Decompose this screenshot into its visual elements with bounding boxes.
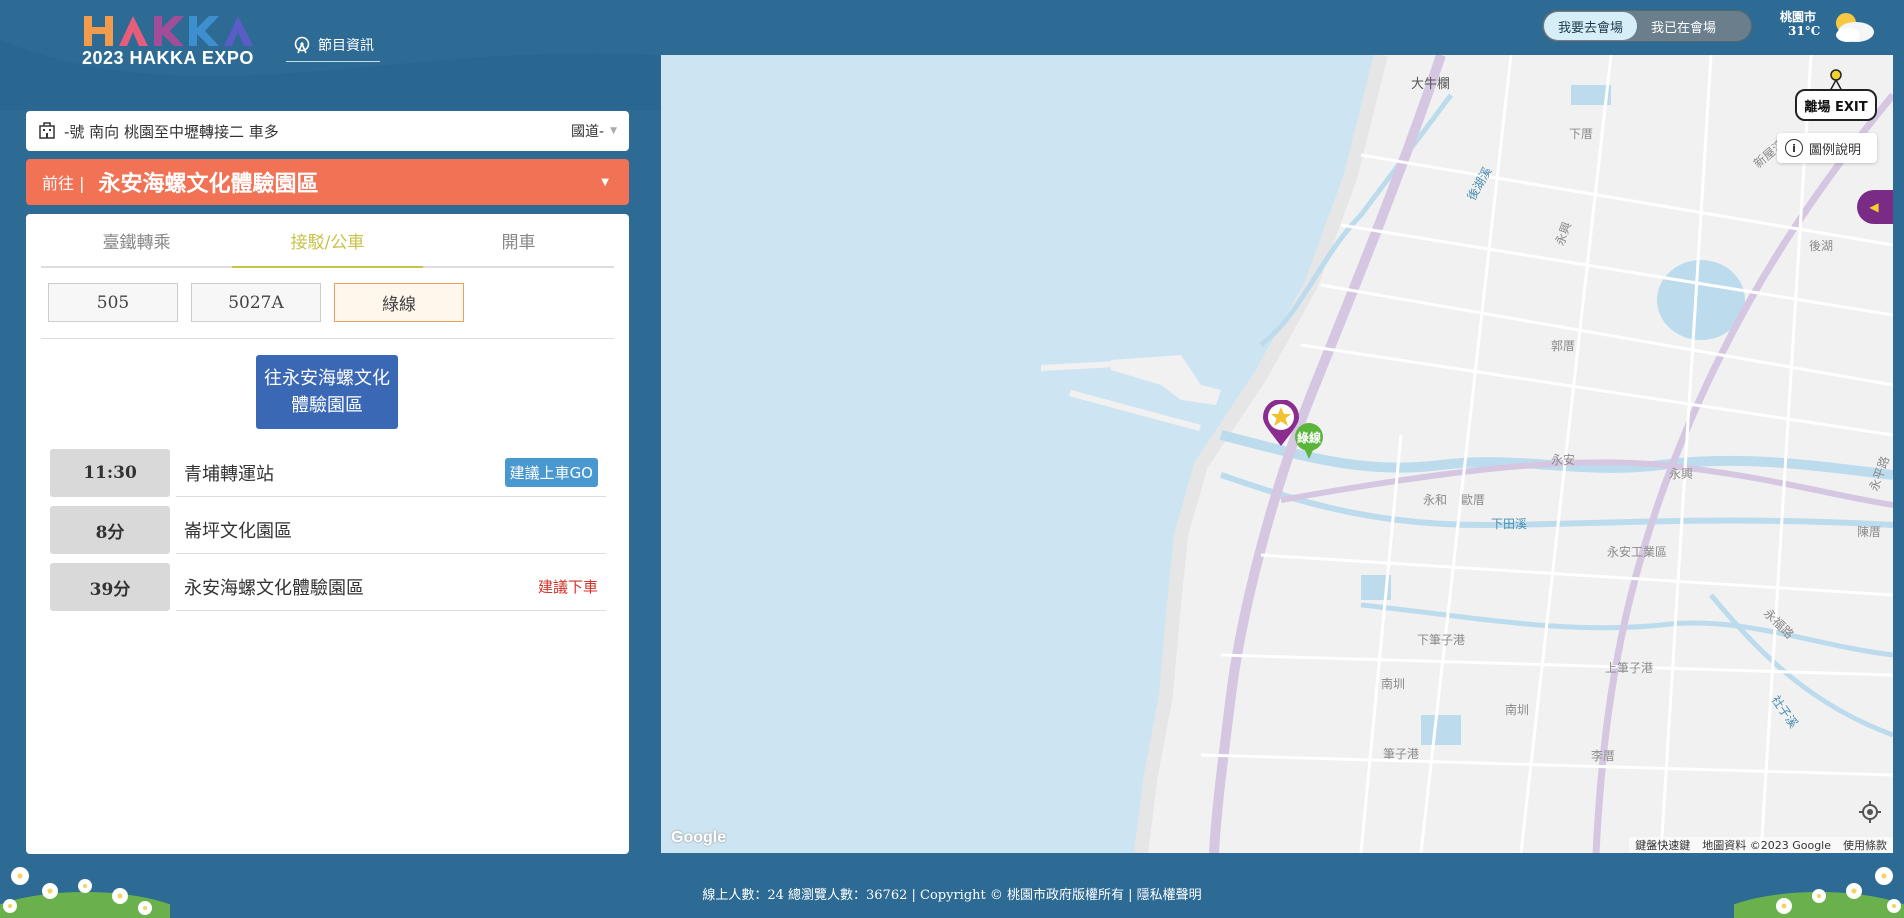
building-icon	[39, 122, 55, 139]
venue-mode-toggle[interactable]: 我要去會場 我已在會場	[1542, 10, 1752, 42]
ferris-wheel-icon	[294, 36, 310, 53]
map-label: 永安工業區	[1607, 545, 1668, 559]
locate-me-icon[interactable]	[1857, 799, 1883, 825]
side-panel-toggle[interactable]: ◀	[1857, 190, 1893, 224]
transport-tabs: 臺鐵轉乘 接駁/公車 開車	[41, 214, 614, 268]
stop-name: 崙坪文化園區	[184, 520, 292, 542]
stop-row: 11:30 青埔轉運站 建議上車GO	[50, 449, 606, 506]
logo-letter-h	[84, 16, 113, 46]
destination-prefix: 前往 |	[42, 174, 85, 193]
legend-button[interactable]: i 圖例說明	[1777, 133, 1877, 163]
chevron-down-icon: ▼	[610, 126, 617, 136]
green-line-marker-label: 綠線	[1297, 430, 1321, 445]
page-footer: 線上人數：24 總瀏覽人數：36762 | Copyright © 桃園市政府版…	[702, 887, 1202, 903]
divider	[41, 338, 614, 339]
bus-line-5027a[interactable]: 5027A	[191, 283, 321, 322]
google-logo: Google	[671, 829, 727, 846]
weather-city: 桃園市	[1780, 10, 1817, 24]
stop-name: 永安海螺文化體驗園區	[184, 577, 364, 599]
tab-shuttle-bus[interactable]: 接駁/公車	[232, 214, 423, 268]
map-view[interactable]: 大牛欄 下厝 後湖溪 永興 後湖 郭厝 永安 永興 永和 歐厝 下田溪 永安工業…	[661, 55, 1893, 853]
tab-driving[interactable]: 開車	[423, 214, 614, 266]
map-label: 李厝	[1591, 749, 1616, 763]
stop-row: 39分 永安海螺文化體驗園區 建議下車	[50, 563, 606, 620]
map-label: 歐厝	[1461, 493, 1486, 507]
transport-panel: 臺鐵轉乘 接駁/公車 開車 505 5027A 綠線 往永安海螺文化體驗園區 1…	[26, 214, 629, 854]
map-label: 筆子港	[1383, 747, 1420, 761]
weather-temperature: 31°C	[1788, 24, 1821, 38]
info-icon: i	[1785, 139, 1803, 157]
stop-time: 11:30	[50, 449, 170, 497]
map-label: 下筆子港	[1417, 633, 1466, 647]
weather-widget: 桃園市 31°C	[1778, 8, 1888, 44]
board-here-badge: 建議上車GO	[504, 458, 598, 487]
map-label: 大牛欄	[1411, 77, 1451, 92]
stop-time: 39分	[50, 563, 170, 611]
direction-button[interactable]: 往永安海螺文化體驗園區	[256, 355, 398, 429]
alight-here-badge: 建議下車	[537, 578, 598, 596]
tab-train-transfer[interactable]: 臺鐵轉乘	[41, 214, 232, 266]
map-canvas[interactable]	[661, 55, 1893, 853]
bus-line-green[interactable]: 綠線	[334, 283, 464, 322]
map-label: 下厝	[1569, 127, 1594, 141]
bus-line-selector: 505 5027A 綠線	[48, 283, 464, 322]
map-label: 永和	[1423, 493, 1448, 507]
map-label: 南圳	[1381, 677, 1406, 691]
stop-name: 青埔轉運站	[184, 463, 274, 485]
keyboard-shortcuts-link[interactable]: 鍵盤快速鍵	[1635, 837, 1690, 853]
destination-name: 永安海螺文化體驗園區	[98, 172, 319, 197]
logo-letter-a2	[224, 16, 253, 46]
partly-cloudy-icon	[1836, 13, 1874, 42]
map-label: 南圳	[1505, 703, 1530, 717]
map-label: 永安	[1551, 453, 1576, 467]
stop-body: 永安海螺文化體驗園區 建議下車	[176, 563, 606, 611]
logo-letter-a	[119, 16, 148, 46]
stop-row: 8分 崙坪文化園區	[50, 506, 606, 563]
toggle-going-to-venue[interactable]: 我要去會場	[1544, 12, 1638, 40]
toggle-at-venue[interactable]: 我已在會場	[1637, 12, 1730, 40]
route-select-text: -號 南向 桃園至中壢轉接二 車多	[64, 122, 279, 141]
stop-body: 崙坪文化園區	[176, 506, 606, 554]
hakka-expo-logo[interactable]: 2023 HAKKA EXPO	[82, 14, 260, 74]
stop-body: 青埔轉運站 建議上車GO	[176, 449, 606, 497]
program-info-label: 節目資訊	[318, 37, 374, 54]
destination-select[interactable]: 前往 | 永安海螺文化體驗園區 ▼	[26, 159, 629, 205]
map-label: 上筆子港	[1605, 661, 1654, 675]
bus-line-505[interactable]: 505	[48, 283, 178, 322]
map-label: 永興	[1669, 467, 1694, 481]
map-label: 郭厝	[1551, 339, 1576, 353]
stop-time: 8分	[50, 506, 170, 554]
map-label: 下田溪	[1491, 517, 1528, 531]
stop-list: 11:30 青埔轉運站 建議上車GO 8分 崙坪文化園區 39分 永安海螺文化體…	[50, 449, 606, 620]
green-line-marker[interactable]: 綠線	[1287, 421, 1331, 461]
logo-letter-k2	[189, 16, 219, 46]
program-info-link[interactable]: 節目資訊	[286, 34, 380, 62]
exit-button[interactable]: 離場 EXIT	[1795, 89, 1877, 121]
chevron-down-icon: ▼	[601, 176, 609, 188]
map-label: 陳厝	[1857, 525, 1882, 539]
route-select[interactable]: -號 南向 桃園至中壢轉接二 車多 國道- ▼	[26, 111, 629, 151]
map-label: 後湖	[1809, 239, 1834, 253]
legend-label: 圖例說明	[1809, 142, 1862, 158]
logo-letter-k	[154, 16, 184, 46]
logo-letters	[82, 14, 260, 50]
logo-subtitle: 2023 HAKKA EXPO	[82, 48, 254, 68]
exit-pin-icon	[1829, 69, 1843, 91]
route-select-road: 國道-	[571, 124, 605, 140]
